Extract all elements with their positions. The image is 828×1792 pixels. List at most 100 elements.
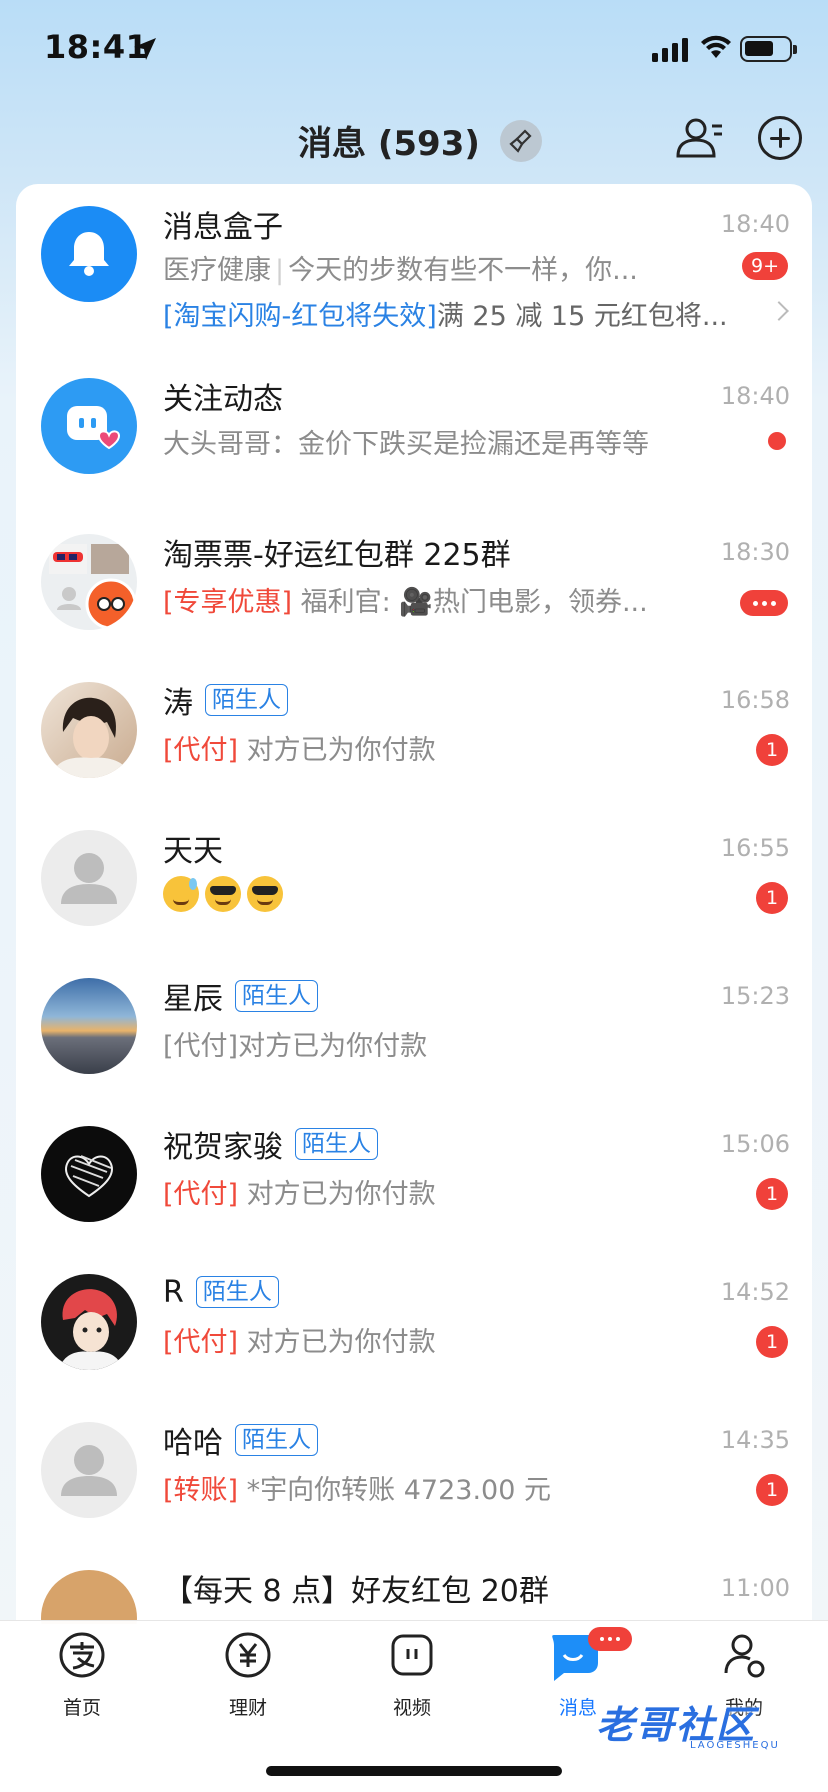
preview-text: 对方已为你付款 (246, 735, 436, 766)
preview-tag: [专享优惠] (163, 587, 293, 618)
preview-text: *宇向你转账 4723.00 元 (246, 1475, 551, 1506)
conversation-tao[interactable]: 涛陌生人 16:58 [代付] 对方已为你付款 1 (16, 656, 812, 804)
user-avatar (41, 1126, 137, 1222)
group-avatar (41, 534, 137, 630)
conversation-time: 14:35 (720, 1426, 790, 1454)
preview-text: 对方已为你付款 (246, 1179, 436, 1210)
group-avatar (41, 1570, 137, 1624)
conversation-preview: [代付] 对方已为你付款 (163, 728, 723, 767)
conversation-r[interactable]: R 陌生人 14:52 [代付] 对方已为你付款 1 (16, 1248, 812, 1396)
tab-label: 首页 (62, 1697, 101, 1719)
default-avatar-icon (41, 1422, 137, 1518)
user-avatar (41, 1274, 137, 1370)
watermark-sub: LAOGESHEQU (690, 1740, 780, 1751)
stranger-tag: 陌生人 (205, 684, 288, 716)
header: 消息 (593) (0, 108, 828, 172)
conversation-name: 淘票票-好运红包群 225群 (163, 538, 511, 573)
conversation-group-taopiaopiao[interactable]: 淘票票-好运红包群 225群 18:30 [专享优惠] 福利官: 🎥热门电影，领… (16, 508, 812, 656)
stranger-tag: 陌生人 (235, 980, 318, 1012)
conversation-name: 消息盒子 (163, 210, 283, 245)
preview-text: 福利官: 🎥热门电影，领券... (300, 587, 648, 618)
conversation-preview-line2: [淘宝闪购-红包将失效]满 25 减 15 元红包将... (163, 294, 773, 333)
battery-icon (740, 36, 797, 62)
unread-badge: 1 (756, 1474, 788, 1506)
conversation-tiantian[interactable]: 天天 16:55 1 (16, 804, 812, 952)
default-avatar-icon (41, 830, 137, 926)
location-arrow-icon (134, 38, 156, 60)
conversation-xingchen[interactable]: 星辰 陌生人 15:23 [代付]对方已为你付款 (16, 952, 812, 1100)
conversation-name: 天天 (163, 834, 223, 869)
tab-home[interactable]: 首页 (32, 1631, 132, 1720)
cellular-signal-icon (652, 38, 688, 62)
follow-updates-icon (41, 378, 137, 474)
more-unread-badge (588, 1627, 632, 1651)
conversation-time: 14:52 (720, 1278, 790, 1306)
conversation-name: 涛 (163, 686, 193, 721)
unread-badge: 1 (756, 1178, 788, 1210)
message-icon (552, 1627, 632, 1681)
sunglasses-emoji-icon (247, 876, 283, 912)
conversation-time: 11:00 (720, 1574, 790, 1602)
conversation-daily-red-packet-group[interactable]: 【每天 8 点】好友红包 20群 11:00 (16, 1544, 812, 1624)
conversation-zhuhejiajun[interactable]: 祝贺家骏 陌生人 15:06 [代付] 对方已为你付款 1 (16, 1100, 812, 1248)
user-avatar (41, 978, 137, 1074)
conversation-preview: [代付]对方已为你付款 (163, 1031, 428, 1062)
unread-badge: 9+ (741, 252, 788, 280)
conversation-time: 16:55 (720, 834, 790, 862)
status-bar: 18:41 (0, 0, 828, 100)
conversation-time: 18:30 (720, 538, 790, 566)
preview-category: 医疗健康 (163, 255, 271, 286)
conversation-preview: 大头哥哥：金价下跌买是捡漏还是再等等 (163, 429, 649, 460)
conversation-time: 16:58 (720, 686, 790, 714)
preview-text: 对方已为你付款 (246, 1327, 436, 1358)
clear-unread-broom-icon[interactable] (499, 119, 542, 162)
conversation-preview: [专享优惠] 福利官: 🎥热门电影，领券... (163, 580, 703, 619)
conversation-preview: [代付] 对方已为你付款 (163, 1320, 723, 1359)
preview-link-tag: [淘宝闪购-红包将失效] (163, 301, 437, 332)
preview-tag: [代付] (163, 1179, 239, 1210)
stranger-tag: 陌生人 (295, 1128, 378, 1160)
preview-line2-text: 满 25 减 15 元红包将... (436, 301, 728, 332)
conversation-name: 关注动态 (163, 382, 283, 417)
conversation-name: 星辰 (163, 982, 223, 1017)
conversation-preview: [转账] *宇向你转账 4723.00 元 (163, 1468, 723, 1507)
unread-badge: 1 (756, 1326, 788, 1358)
conversation-time: 18:40 (720, 210, 790, 238)
unread-badge: 1 (756, 734, 788, 766)
conversation-preview-emojis (163, 876, 723, 912)
yuan-icon (224, 1631, 272, 1679)
home-indicator[interactable] (266, 1766, 562, 1776)
unread-badge: 1 (756, 882, 788, 914)
conversation-name: 祝贺家骏 (163, 1130, 283, 1165)
sweat-smile-emoji-icon (163, 876, 199, 912)
conversation-time: 15:06 (720, 1130, 790, 1158)
page-title: 消息 (593) (298, 124, 480, 164)
conversation-preview: 医疗健康 | 今天的步数有些不一样，你... (163, 255, 638, 286)
more-unread-badge (740, 590, 788, 616)
tab-label: 视频 (392, 1697, 431, 1719)
preview-text: 今天的步数有些不一样，你... (288, 255, 638, 286)
conversation-haha[interactable]: 哈哈 陌生人 14:35 [转账] *宇向你转账 4723.00 元 1 (16, 1396, 812, 1544)
user-avatar (41, 682, 137, 778)
preview-tag: [代付] (163, 1327, 239, 1358)
preview-tag: [代付] (163, 735, 239, 766)
tab-wealth[interactable]: 理财 (198, 1631, 298, 1720)
conversation-list: 消息盒子 18:40 医疗健康 | 今天的步数有些不一样，你... 9+ [淘宝闪购… (16, 184, 812, 1624)
sunglasses-emoji-icon (205, 876, 241, 912)
conversation-time: 15:23 (720, 982, 790, 1010)
tab-video[interactable]: 视频 (362, 1631, 462, 1720)
conversation-name: 哈哈 (163, 1426, 223, 1461)
bell-icon (41, 206, 137, 302)
alipay-icon (58, 1631, 106, 1679)
stranger-tag: 陌生人 (195, 1276, 279, 1308)
add-plus-icon[interactable] (758, 116, 802, 160)
conversation-name: 【每天 8 点】好友红包 20群 (163, 1574, 549, 1609)
conversation-message-box[interactable]: 消息盒子 18:40 医疗健康 | 今天的步数有些不一样，你... 9+ [淘宝闪购… (16, 184, 812, 360)
conversation-time: 18:40 (720, 382, 790, 410)
conversation-preview: [代付] 对方已为你付款 (163, 1172, 723, 1211)
video-icon (388, 1631, 436, 1679)
conversation-follow-updates[interactable]: 关注动态 18:40 大头哥哥：金价下跌买是捡漏还是再等等 (16, 360, 812, 508)
contacts-icon[interactable] (676, 116, 724, 160)
preview-tag: [转账] (163, 1475, 239, 1506)
conversation-name: R (163, 1274, 184, 1310)
